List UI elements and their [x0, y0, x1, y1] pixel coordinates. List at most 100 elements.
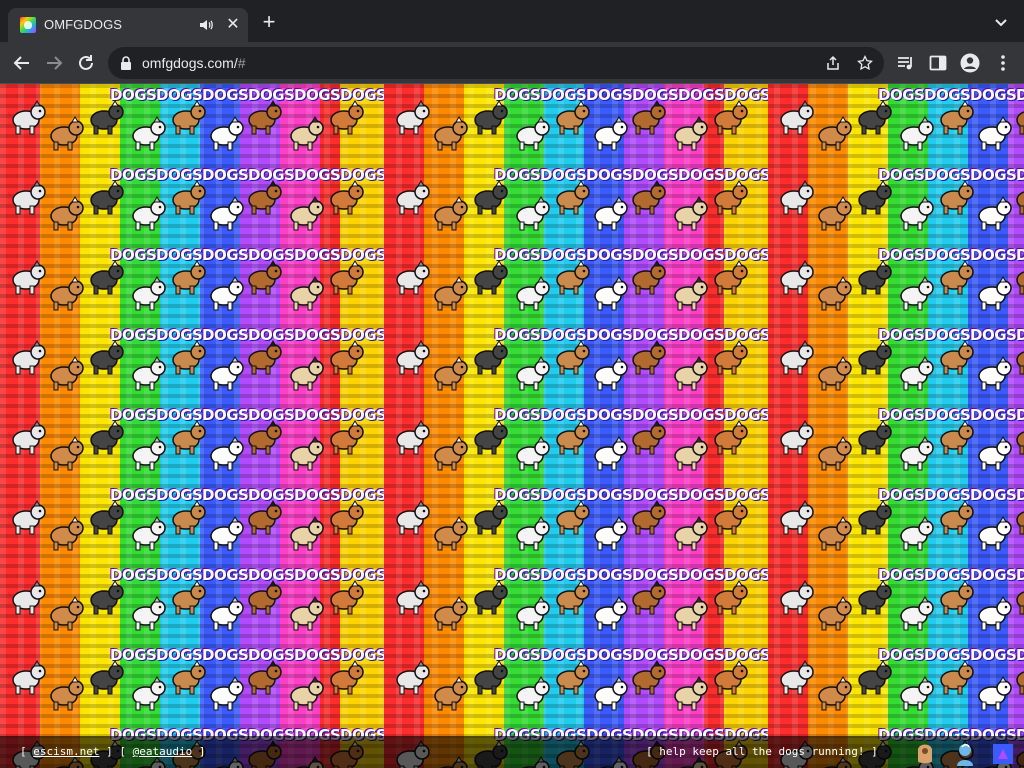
- running-dog-sprite: [330, 100, 364, 135]
- running-dog-sprite: [90, 420, 124, 455]
- running-dog-sprite: [396, 500, 430, 535]
- running-dog-sprite: [12, 660, 46, 695]
- running-dog-sprite: [1016, 351, 1024, 375]
- share-page-icon[interactable]: [990, 739, 1016, 767]
- browser-tab[interactable]: OMFGDOGS ✕: [8, 8, 248, 42]
- running-dog-sprite: [290, 676, 324, 711]
- running-dog-sprite: [132, 676, 166, 711]
- running-dog-sprite: [818, 676, 852, 711]
- reload-icon[interactable]: [75, 52, 97, 74]
- running-dog-sprite: [330, 500, 364, 535]
- running-dog-sprite: [90, 340, 124, 375]
- tab-strip: OMFGDOGS ✕ +: [0, 0, 1024, 42]
- dog-row: DOGS DOGS DOGS DOGS DOGS DOGS DOGS DOGS DOGS DOGS…: [0, 404, 1024, 484]
- running-dog-sprite: [172, 660, 206, 695]
- running-dog-sprite: [632, 260, 666, 295]
- plus-icon[interactable]: +: [258, 11, 280, 34]
- running-dog-sprite: [12, 500, 46, 535]
- running-dog-sprite: [632, 500, 666, 535]
- dog-tile: DOGSDOGSDOGSDOGSDOGSDOGS: [768, 564, 1024, 644]
- running-dog-sprite: [330, 180, 364, 215]
- running-dog-sprite: [132, 276, 166, 311]
- dogs-word: DOGS: [202, 406, 249, 424]
- running-dog-sprite: [210, 196, 244, 231]
- eataudio-link[interactable]: @eataudio: [133, 745, 193, 758]
- speaker-icon[interactable]: [198, 17, 214, 33]
- dogs-word: DOGS: [586, 246, 633, 264]
- running-dog-sprite: [978, 196, 1012, 231]
- lock-icon[interactable]: [120, 56, 132, 70]
- running-dog-sprite: [632, 420, 666, 455]
- running-dog-sprite: [516, 116, 550, 151]
- running-dog-sprite: [714, 180, 748, 215]
- running-dog-sprite: [978, 116, 1012, 151]
- running-dog-sprite: [210, 116, 244, 151]
- running-dog-sprite: [474, 340, 508, 375]
- footer-links: [ escism.net ] [ @eataudio ]: [20, 745, 206, 758]
- dog-tile: DOGSDOGSDOGSDOGSDOGSDOGS: [384, 244, 768, 324]
- running-dog-sprite: [290, 596, 324, 631]
- running-dog-sprite: [978, 676, 1012, 711]
- address-bar[interactable]: omfgdogs.com/#: [108, 47, 884, 79]
- running-dog-sprite: [434, 596, 468, 631]
- tip-jar-icon[interactable]: [912, 739, 938, 767]
- dogs-word: DOGS: [586, 486, 633, 504]
- running-dog-sprite: [12, 260, 46, 295]
- dogs-word: DOGS: [202, 566, 249, 584]
- running-dog-sprite: [516, 436, 550, 471]
- star-icon[interactable]: [857, 55, 873, 71]
- running-dog-sprite: [210, 676, 244, 711]
- running-dog-sprite: [978, 436, 1012, 471]
- running-dog-sprite: [940, 260, 974, 295]
- dogs-word: DOGS: [970, 646, 1017, 664]
- running-dog-sprite: [556, 580, 590, 615]
- side-panel-icon[interactable]: [928, 53, 948, 73]
- close-icon[interactable]: ✕: [224, 16, 242, 34]
- tab-title: OMFGDOGS: [44, 17, 123, 32]
- share-icon[interactable]: [825, 55, 841, 71]
- running-dog-sprite: [900, 676, 934, 711]
- running-dog-sprite: [780, 260, 814, 295]
- donate-text[interactable]: [ help keep all the dogs running! ]: [646, 745, 878, 758]
- running-dog-sprite: [50, 196, 84, 231]
- buy-icon[interactable]: [952, 739, 978, 767]
- dog-tile: DOGSDOGSDOGSDOGSDOGSDOGS: [0, 644, 384, 724]
- running-dog-sprite: [396, 420, 430, 455]
- running-dog-sprite: [132, 596, 166, 631]
- running-dog-sprite: [330, 260, 364, 295]
- running-dog-sprite: [940, 340, 974, 375]
- running-dog-sprite: [1016, 511, 1024, 535]
- dogs-word: DOGS: [202, 166, 249, 184]
- running-dog-sprite: [632, 660, 666, 695]
- running-dog-sprite: [1016, 671, 1024, 695]
- forward-arrow-icon[interactable]: [43, 52, 65, 74]
- running-dog-sprite: [396, 260, 430, 295]
- back-arrow-icon[interactable]: [11, 52, 33, 74]
- media-control-icon[interactable]: [896, 53, 916, 73]
- dogs-word: DOGS: [586, 406, 633, 424]
- page-footer: [ escism.net ] [ @eataudio ] [ help keep…: [0, 736, 1024, 768]
- dogs-word: DOGS: [586, 566, 633, 584]
- dog-row: DOGS DOGS DOGS DOGS DOGS DOGS DOGS DOGS DOGS DOGS…: [0, 164, 1024, 244]
- running-dog-sprite: [674, 596, 708, 631]
- running-dog-sprite: [818, 596, 852, 631]
- running-dog-sprite: [594, 516, 628, 551]
- running-dog-sprite: [290, 196, 324, 231]
- dog-tile: DOGSDOGSDOGSDOGSDOGSDOGS: [384, 644, 768, 724]
- running-dog-sprite: [12, 340, 46, 375]
- more-vert-icon[interactable]: [993, 53, 1013, 73]
- dog-row: DOGS DOGS DOGS DOGS DOGS DOGS DOGS DOGS DOGS DOGS…: [0, 644, 1024, 724]
- escism-link[interactable]: escism.net: [33, 745, 99, 758]
- dog-tile: DOGSDOGSDOGSDOGSDOGSDOGS: [0, 84, 384, 164]
- dog-tile: DOGSDOGSDOGSDOGSDOGSDOGS: [768, 484, 1024, 564]
- dog-row: DOGS DOGS DOGS DOGS DOGS DOGS DOGS DOGS DOGS DOGS…: [0, 84, 1024, 164]
- running-dog-sprite: [632, 580, 666, 615]
- running-dog-sprite: [900, 436, 934, 471]
- chevron-down-icon[interactable]: [992, 14, 1010, 32]
- dog-tile: DOGSDOGSDOGSDOGSDOGSDOGS: [768, 324, 1024, 404]
- running-dog-sprite: [12, 180, 46, 215]
- profile-icon[interactable]: [960, 53, 980, 73]
- dog-tile: DOGSDOGSDOGSDOGSDOGSDOGS: [768, 404, 1024, 484]
- rainbow-dogs-background: DOGS DOGS DOGS DOGS DOGS DOGS DOGS DOGS DOGS DOGS…: [0, 84, 1024, 768]
- running-dog-sprite: [858, 580, 892, 615]
